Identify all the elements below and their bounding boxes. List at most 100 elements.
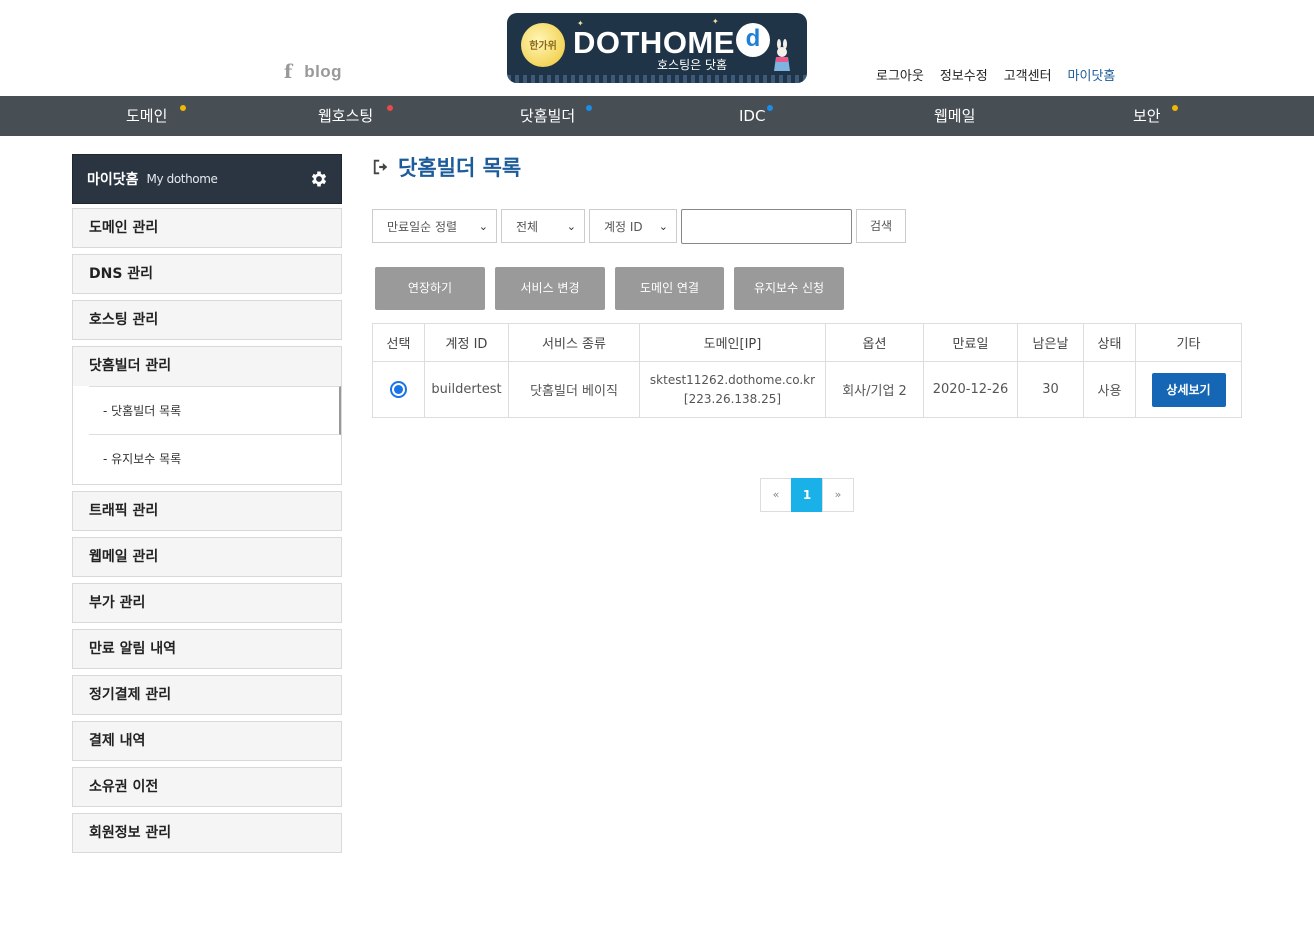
nav-label: IDC [739, 107, 766, 125]
pager-prev[interactable]: « [760, 478, 792, 512]
page-title: 닷홈빌더 목록 [372, 152, 521, 182]
nav-dot-domain [180, 105, 186, 111]
sidebar-item-member-info[interactable]: 회원정보 관리 [72, 813, 342, 853]
sidebar-item-expiry-alerts[interactable]: 만료 알림 내역 [72, 629, 342, 669]
chevron-down-icon: ⌄ [478, 219, 488, 233]
nav-label: 보안 [1133, 107, 1161, 125]
pager-next[interactable]: » [822, 478, 854, 512]
scope-select[interactable]: 전체 ⌄ [501, 209, 585, 243]
service-cell: 닷홈빌더 베이직 [508, 361, 640, 418]
moon-label: 한가위 [529, 41, 557, 52]
site-header: f blog ✦ ✦ 한가위 DOTHOME d 호스팅은 닷홈 로그아웃 정보… [0, 0, 1314, 96]
support-link[interactable]: 고객센터 [1004, 65, 1052, 84]
col-domain-ip: 도메인[IP] [639, 323, 826, 362]
facebook-icon[interactable]: f [284, 62, 292, 82]
logo-tagline: 호스팅은 닷홈 [657, 58, 728, 72]
sidebar-sub-maintenance-list[interactable]: - 유지보수 목록 [89, 435, 341, 484]
select-cell [372, 361, 425, 418]
filter-bar: 만료일순 정렬 ⌄ 전체 ⌄ 계정 ID ⌄ 검색 [372, 209, 906, 244]
nav-item-webmail[interactable]: 웹메일 [934, 96, 975, 136]
table-row: buildertest 닷홈빌더 베이직 sktest11262.dothome… [372, 361, 1242, 418]
nav-label: 닷홈빌더 [520, 107, 576, 125]
sidebar-header: 마이닷홈 My dothome [72, 154, 342, 204]
expiry-cell: 2020-12-26 [923, 361, 1018, 418]
field-select[interactable]: 계정 ID ⌄ [589, 209, 677, 243]
connect-domain-button[interactable]: 도메인 연결 [615, 267, 724, 310]
renew-button[interactable]: 연장하기 [375, 267, 485, 310]
maintenance-request-button[interactable]: 유지보수 신청 [734, 267, 844, 310]
logo-stripe [507, 75, 807, 83]
col-etc: 기타 [1135, 323, 1242, 362]
sidebar-title: 마이닷홈 [87, 172, 139, 188]
pagination: « 1 » [760, 478, 854, 512]
days-left-cell: 30 [1017, 361, 1084, 418]
nav-item-domain[interactable]: 도메인 [126, 96, 167, 136]
option-cell: 회사/기업 2 [825, 361, 924, 418]
table-header-row: 선택 계정 ID 서비스 종류 도메인[IP] 옵션 만료일 남은날 상태 기타 [372, 323, 1242, 362]
domain-ip: [223.26.138.25] [683, 391, 782, 406]
nav-dot-builder [586, 105, 592, 111]
blog-link[interactable]: blog [304, 62, 342, 82]
row-select-radio[interactable] [390, 381, 407, 398]
nav-item-security[interactable]: 보안 [1133, 96, 1161, 136]
col-account-id: 계정 ID [424, 323, 509, 362]
sidebar: 마이닷홈 My dothome 도메인 관리 DNS 관리 호스팅 관리 닷홈빌… [72, 154, 342, 853]
sign-out-icon [373, 159, 388, 175]
view-detail-button[interactable]: 상세보기 [1151, 372, 1226, 407]
nav-item-builder[interactable]: 닷홈빌더 [520, 96, 575, 136]
my-dothome-link[interactable]: 마이닷홈 [1068, 65, 1116, 84]
social-links: f blog [284, 62, 342, 82]
moon-icon: 한가위 [521, 23, 565, 67]
sidebar-item-addon[interactable]: 부가 관리 [72, 583, 342, 623]
rabbit-icon [774, 39, 790, 71]
page-title-text: 닷홈빌더 목록 [398, 156, 522, 180]
nav-item-idc[interactable]: IDC [739, 96, 765, 136]
nav-item-web-hosting[interactable]: 웹호스팅 [318, 96, 373, 136]
chevron-down-icon: ⌄ [566, 219, 576, 233]
col-status: 상태 [1083, 323, 1136, 362]
col-days-left: 남은날 [1017, 323, 1084, 362]
sidebar-subtitle: My dothome [146, 172, 218, 186]
builder-table: 선택 계정 ID 서비스 종류 도메인[IP] 옵션 만료일 남은날 상태 기타… [372, 323, 1242, 418]
sidebar-item-dns[interactable]: DNS 관리 [72, 254, 342, 294]
edit-info-link[interactable]: 정보수정 [940, 65, 988, 84]
action-buttons: 연장하기 서비스 변경 도메인 연결 유지보수 신청 [375, 267, 844, 310]
sidebar-item-traffic[interactable]: 트래픽 관리 [72, 491, 342, 531]
sidebar-group-builder: 닷홈빌더 관리 - 닷홈빌더 목록 - 유지보수 목록 [72, 346, 342, 485]
sort-select[interactable]: 만료일순 정렬 ⌄ [372, 209, 497, 243]
sidebar-sub-builder-list[interactable]: - 닷홈빌더 목록 [89, 386, 341, 435]
sidebar-item-payment-history[interactable]: 결제 내역 [72, 721, 342, 761]
sidebar-item-builder[interactable]: 닷홈빌더 관리 [73, 347, 341, 386]
dothome-logo[interactable]: ✦ ✦ 한가위 DOTHOME d 호스팅은 닷홈 [507, 13, 807, 83]
gear-icon[interactable] [309, 169, 329, 189]
sidebar-item-domain[interactable]: 도메인 관리 [72, 208, 342, 248]
domain-name: sktest11262.dothome.co.kr [649, 372, 816, 387]
col-option: 옵션 [825, 323, 924, 362]
logo-d-icon: d [736, 23, 770, 57]
scope-select-value: 전체 [516, 219, 539, 234]
sidebar-item-hosting[interactable]: 호스팅 관리 [72, 300, 342, 340]
status-cell: 사용 [1083, 361, 1136, 418]
chevron-down-icon: ⌄ [658, 219, 668, 233]
logout-link[interactable]: 로그아웃 [876, 65, 924, 84]
main-nav: 도메인 웹호스팅 닷홈빌더 IDC 웹메일 보안 [0, 96, 1314, 136]
nav-dot-idc [767, 105, 773, 111]
sidebar-item-webmail[interactable]: 웹메일 관리 [72, 537, 342, 577]
nav-dot-web-hosting [387, 105, 393, 111]
search-button[interactable]: 검색 [856, 209, 906, 243]
nav-label: 웹호스팅 [318, 107, 374, 125]
sidebar-item-ownership-transfer[interactable]: 소유권 이전 [72, 767, 342, 807]
col-service-type: 서비스 종류 [508, 323, 640, 362]
sort-select-value: 만료일순 정렬 [387, 219, 458, 234]
etc-cell: 상세보기 [1135, 361, 1242, 418]
search-input[interactable] [681, 209, 852, 244]
nav-dot-security [1172, 105, 1178, 111]
nav-label: 웹메일 [934, 107, 976, 125]
top-links: 로그아웃 정보수정 고객센터 마이닷홈 [876, 65, 1115, 84]
pager-page-1[interactable]: 1 [791, 478, 823, 512]
change-service-button[interactable]: 서비스 변경 [495, 267, 605, 310]
col-select: 선택 [372, 323, 425, 362]
sidebar-item-recurring-payment[interactable]: 정기결제 관리 [72, 675, 342, 715]
field-select-value: 계정 ID [604, 219, 643, 234]
domain-cell: sktest11262.dothome.co.kr [223.26.138.25… [639, 361, 826, 418]
